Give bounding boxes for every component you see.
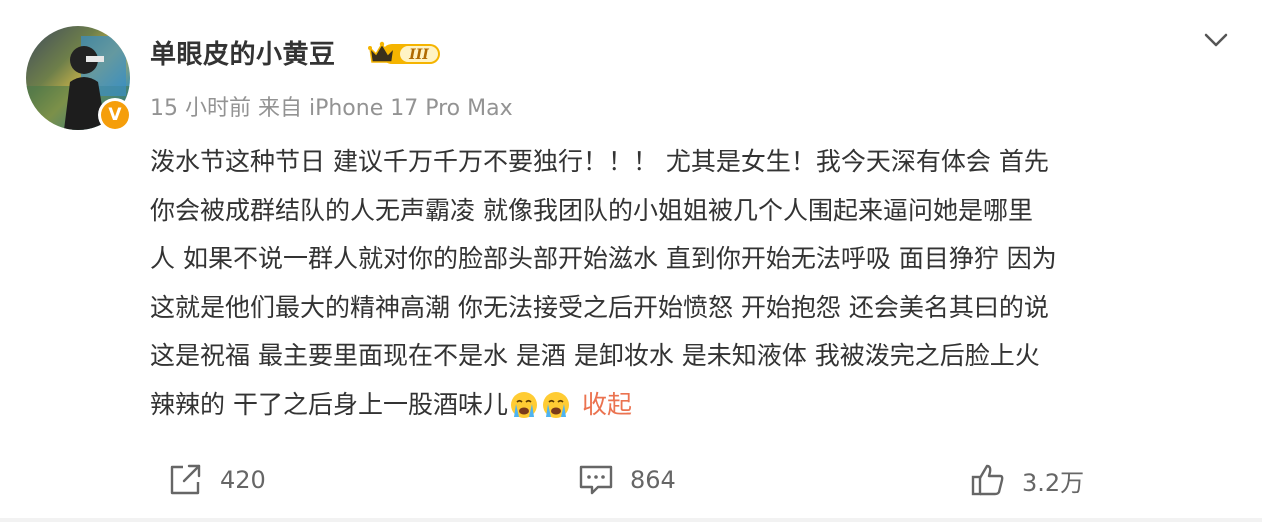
comment-count: 864 (630, 466, 676, 494)
verified-icon: V (101, 101, 129, 129)
crying-emoji-icon (510, 391, 537, 418)
post-text-line: 这就是他们最大的精神高潮 你无法接受之后开始愤怒 开始抱怨 还会美名其曰的说 (150, 292, 1049, 322)
username[interactable]: 单眼皮的小黄豆 (150, 34, 336, 71)
divider (0, 518, 1262, 522)
post-meta: 15 小时前 来自 iPhone 17 Pro Max (150, 96, 513, 121)
member-crown-badge[interactable]: III (368, 38, 444, 68)
like-count: 3.2万 (1022, 468, 1085, 497)
crying-emoji-icon (542, 391, 569, 418)
verified-badge: V (98, 98, 132, 132)
post-text-line: 泼水节这种节日 建议千万千万不要独行！！！ 尤其是女生！我今天深有体会 首先 (150, 147, 1049, 176)
like-button[interactable]: 3.2万 (970, 462, 1084, 498)
collapse-link[interactable]: 收起 (582, 390, 632, 419)
post-text-line: 这是祝福 最主要里面现在不是水 是酒 是卸妆水 是未知液体 我被泼完之后脸上火 (150, 341, 1040, 370)
chevron-down-icon[interactable] (1202, 30, 1230, 50)
post-text-line: 人 如果不说一群人就对你的脸部头部开始滋水 直到你开始无法呼吸 面目狰狞 因为 (150, 244, 1057, 273)
badge-level-text: III (408, 47, 429, 63)
thumbs-up-icon (971, 464, 1004, 496)
post-text-line: 辣辣的 干了之后身上一股酒味儿 (150, 389, 508, 419)
comment-button[interactable]: 864 (578, 462, 676, 498)
comment-icon (579, 465, 613, 495)
share-icon (170, 464, 201, 495)
share-button[interactable]: 420 (168, 462, 266, 498)
post-text-last-line: 辣辣的 干了之后身上一股酒味儿 收起 (150, 381, 1230, 430)
post-text: 泼水节这种节日 建议千万千万不要独行！！！ 尤其是女生！我今天深有体会 首先 你… (150, 138, 1230, 429)
post-text-line: 你会被成群结队的人无声霸凌 就像我团队的小姐姐被几个人围起来逼问她是哪里 (150, 195, 1033, 225)
share-count: 420 (220, 466, 266, 494)
crown-icon: III (368, 41, 440, 64)
